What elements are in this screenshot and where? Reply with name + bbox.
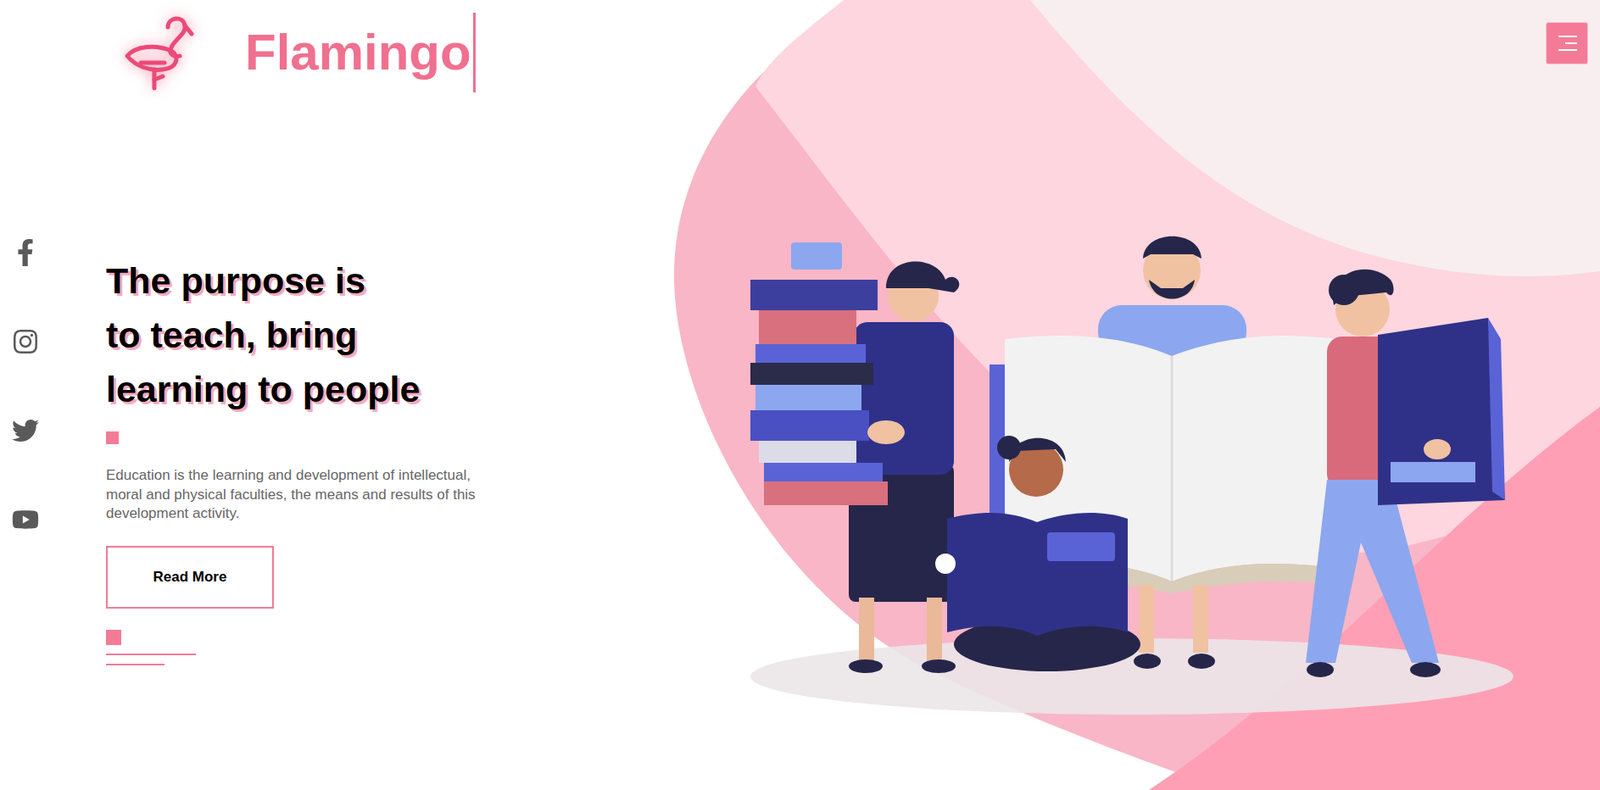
flamingo-logo-icon <box>115 8 204 94</box>
body: The purpose isto teach, bringlearning to… <box>0 110 675 790</box>
facebook-icon[interactable] <box>11 238 40 268</box>
instagram-icon[interactable] <box>11 327 40 357</box>
left-section: Flamingo The purpose isto teach, bringlea… <box>0 0 675 790</box>
hero-description: Education is the learning and developmen… <box>105 466 480 525</box>
youtube-icon[interactable] <box>11 505 40 535</box>
accent-line <box>105 653 196 656</box>
brand-name: Flamingo <box>245 11 472 94</box>
menu-line <box>1558 35 1578 38</box>
accent-square <box>105 629 122 646</box>
brand[interactable]: Flamingo <box>245 11 476 94</box>
heading-line: learning to people <box>105 362 480 417</box>
right-section <box>674 0 1600 790</box>
accent-square <box>105 431 119 445</box>
header: Flamingo <box>0 0 675 111</box>
twitter-icon[interactable] <box>11 416 40 446</box>
heading-line: The purpose is <box>105 253 480 308</box>
read-more-button[interactable]: Read More <box>105 546 274 609</box>
accent-line <box>105 663 165 666</box>
hero-heading: The purpose isto teach, bringlearning to… <box>105 253 480 417</box>
page: Flamingo The purpose isto teach, bringlea… <box>0 0 1600 790</box>
hero-illustration <box>674 0 1600 790</box>
menu-line <box>1558 49 1578 51</box>
text-cursor <box>473 12 476 93</box>
menu-line <box>1565 42 1578 45</box>
heading-line: to teach, bring <box>105 307 480 363</box>
menu-button[interactable] <box>1545 22 1589 65</box>
hero-content: The purpose isto teach, bringlearning to… <box>105 110 480 790</box>
social-links <box>0 110 106 790</box>
